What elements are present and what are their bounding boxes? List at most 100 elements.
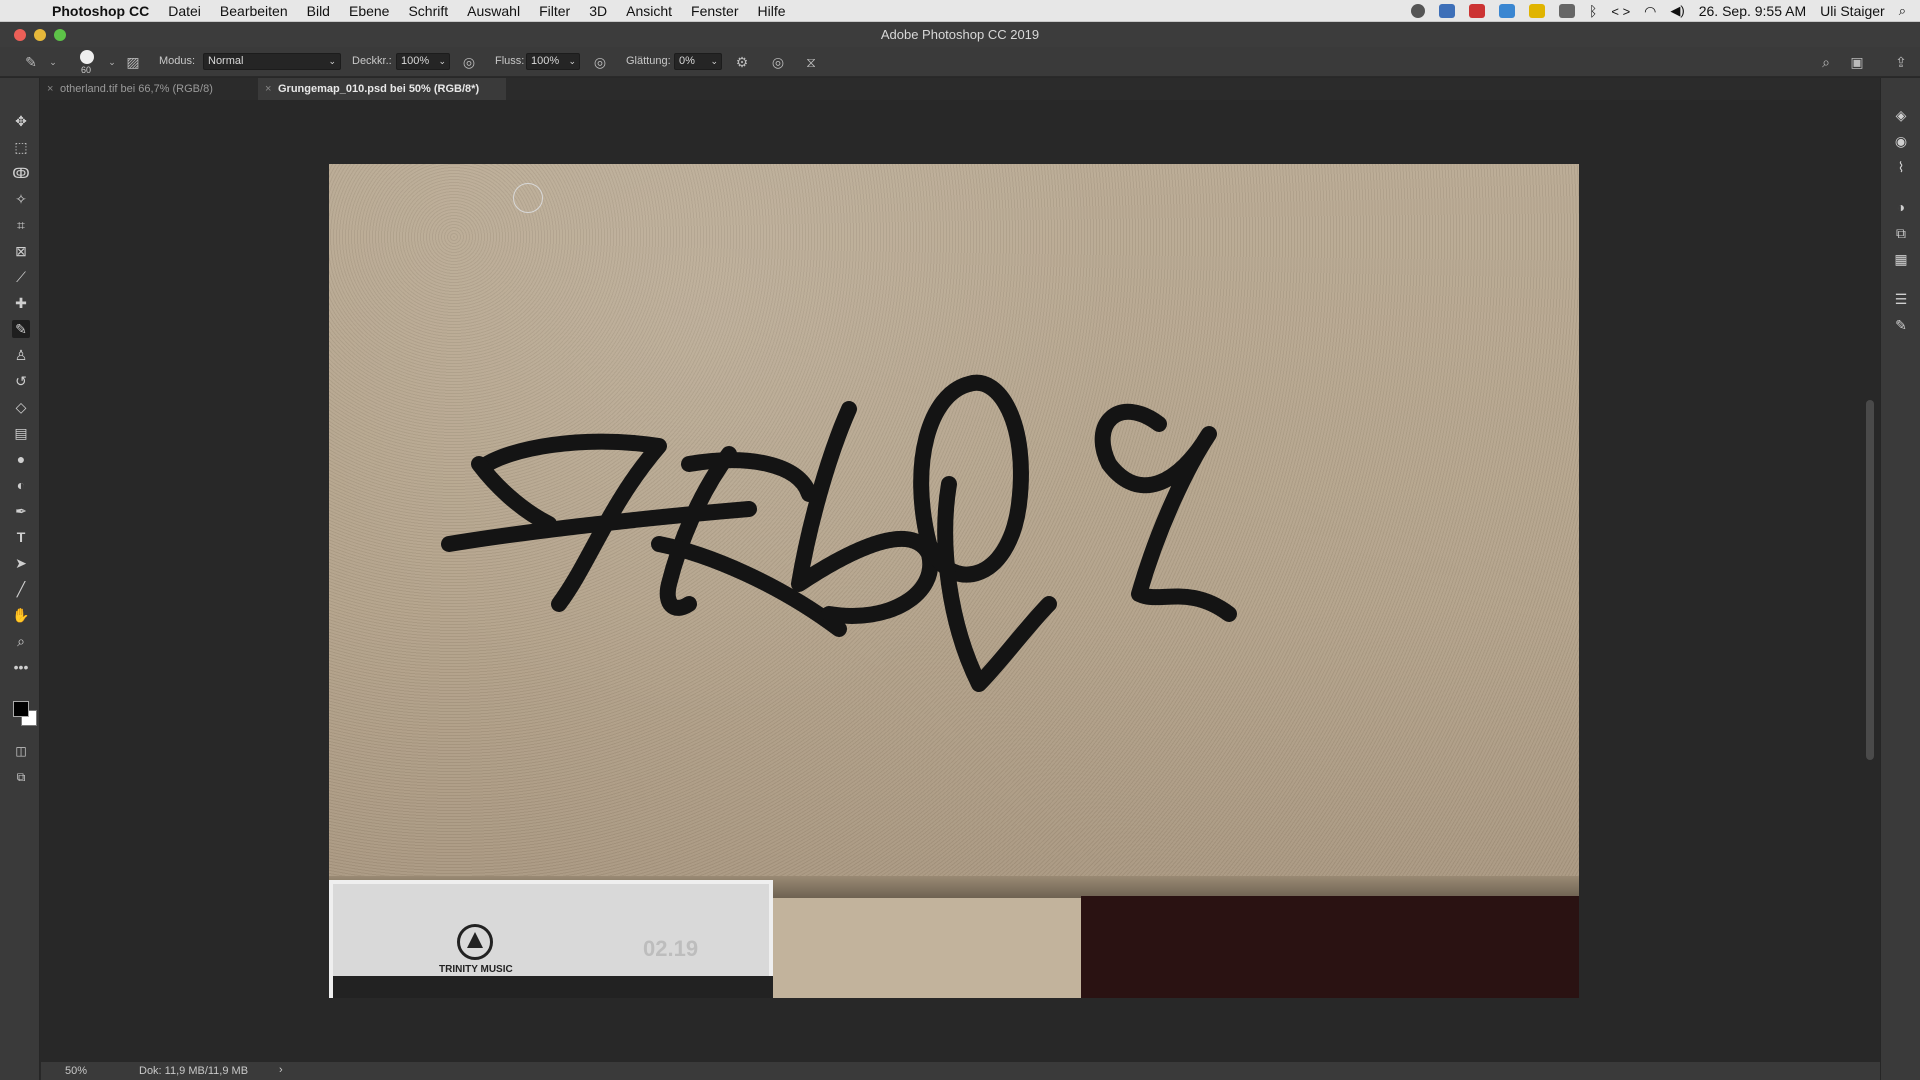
paths-panel-icon[interactable]: ⌇ xyxy=(1892,158,1910,176)
lasso-icon[interactable]: ↂ xyxy=(12,164,30,182)
brush-cursor xyxy=(513,183,543,213)
document-size: Dok: 11,9 MB/11,9 MB xyxy=(139,1065,249,1077)
menubar-status-area: ᛒ < > ◠ ◀) 26. Sep. 9:55 AM Uli Staiger … xyxy=(1410,0,1906,22)
airbrush-icon[interactable]: ◎ xyxy=(591,53,609,71)
pen-icon[interactable]: ✒ xyxy=(12,502,30,520)
symmetry-icon[interactable]: ⧖ xyxy=(802,53,820,71)
tab-label: otherland.tif bei 66,7% (RGB/8) xyxy=(60,83,213,95)
hand-icon[interactable]: ✋ xyxy=(12,606,30,624)
pressure-size-icon[interactable]: ◎ xyxy=(769,53,787,71)
poster: TRINITY MUSIC 02.19 xyxy=(329,880,773,998)
wifi-icon[interactable]: ◠ xyxy=(1644,3,1656,20)
minimize-window-button[interactable] xyxy=(34,29,46,41)
menu-auswahl[interactable]: Auswahl xyxy=(467,3,520,19)
zoom-icon[interactable]: ⌕ xyxy=(12,632,30,650)
history-brush-icon[interactable]: ↺ xyxy=(12,372,30,390)
opacity-field[interactable]: 100% ⌄ xyxy=(396,53,450,70)
more-icon[interactable]: ••• xyxy=(12,658,30,676)
brush-icon[interactable]: ✎ xyxy=(12,320,30,338)
close-icon[interactable]: × xyxy=(265,78,271,100)
crop-icon[interactable]: ⌗ xyxy=(12,216,30,234)
graffiti-tag xyxy=(441,374,1237,692)
chevron-down-icon[interactable]: ⌄ xyxy=(103,53,121,71)
creative-cloud-icon[interactable] xyxy=(1468,4,1485,18)
menu-datei[interactable]: Datei xyxy=(168,3,201,19)
type-icon[interactable]: T xyxy=(12,528,30,546)
poster-brand: TRINITY MUSIC xyxy=(439,964,513,975)
move-icon[interactable]: ✥ xyxy=(12,112,30,130)
dark-doorway xyxy=(1081,896,1579,998)
brush-settings-panel-icon[interactable]: ▨ xyxy=(124,53,142,71)
brush-preview-icon[interactable] xyxy=(80,50,94,64)
smoothing-label: Glättung: xyxy=(626,55,671,67)
mode-select[interactable]: Normal ⌄ xyxy=(203,53,341,70)
quick-mask-icon[interactable]: ◫ xyxy=(12,742,30,760)
warning-icon[interactable] xyxy=(1528,4,1545,18)
menu-fenster[interactable]: Fenster xyxy=(691,3,738,19)
search-icon[interactable]: ⌕ xyxy=(1817,53,1835,71)
pressure-opacity-icon[interactable]: ◎ xyxy=(460,53,478,71)
menu-3d[interactable]: 3D xyxy=(589,3,607,19)
mode-label: Modus: xyxy=(159,55,196,67)
zoom-level[interactable]: 50% xyxy=(65,1065,87,1077)
adjustments-panel-icon[interactable]: ◑ xyxy=(1892,198,1910,216)
dropbox-icon[interactable] xyxy=(1438,4,1455,18)
chevron-down-icon[interactable]: ⌄ xyxy=(44,53,62,71)
close-window-button[interactable] xyxy=(14,29,26,41)
status-bar: 50% Dok: 11,9 MB/11,9 MB › xyxy=(41,1062,1880,1080)
screen-mode-icon[interactable]: ⧉ xyxy=(12,768,30,786)
magic-wand-icon[interactable]: ✧ xyxy=(12,190,30,208)
channels-panel-icon[interactable]: ◉ xyxy=(1892,132,1910,150)
menu-app-name[interactable]: Photoshop CC xyxy=(52,3,149,19)
menu-schrift[interactable]: Schrift xyxy=(408,3,448,19)
gradient-icon[interactable]: ▤ xyxy=(12,424,30,442)
brush-settings-icon[interactable]: ☰ xyxy=(1892,290,1910,308)
chevron-down-icon: ⌄ xyxy=(438,56,446,66)
brushes-panel-icon[interactable]: ✎ xyxy=(1892,316,1910,334)
gear-icon[interactable]: ⚙ xyxy=(733,53,751,71)
window-titlebar: Adobe Photoshop CC 2019 xyxy=(0,22,1920,47)
menu-filter[interactable]: Filter xyxy=(539,3,570,19)
properties-panel-icon[interactable]: ⧉ xyxy=(1892,224,1910,242)
clock[interactable]: 26. Sep. 9:55 AM xyxy=(1699,3,1806,19)
tab-otherland[interactable]: × otherland.tif bei 66,7% (RGB/8) xyxy=(40,78,258,100)
marquee-icon[interactable]: ⬚ xyxy=(12,138,30,156)
menu-ebene[interactable]: Ebene xyxy=(349,3,389,19)
bluetooth-icon[interactable]: ᛒ xyxy=(1589,3,1597,19)
status-menu-arrow[interactable]: › xyxy=(279,1064,283,1076)
eyedropper-icon[interactable]: ⟋ xyxy=(12,268,30,286)
smoothing-field[interactable]: 0% ⌄ xyxy=(674,53,722,70)
frame-icon[interactable]: ⊠ xyxy=(12,242,30,260)
dodge-icon[interactable]: ◐ xyxy=(12,476,30,494)
user-name[interactable]: Uli Staiger xyxy=(1820,3,1885,19)
poster-photo-strip xyxy=(333,976,773,998)
brush-tool-preset-icon[interactable]: ✎ xyxy=(22,53,40,71)
menu-hilfe[interactable]: Hilfe xyxy=(758,3,786,19)
layers-panel-icon[interactable]: ◈ xyxy=(1892,106,1910,124)
close-icon[interactable]: × xyxy=(47,78,53,100)
vertical-scrollbar[interactable] xyxy=(1866,400,1874,760)
stamp-icon[interactable]: ♙ xyxy=(12,346,30,364)
line-icon[interactable]: ╱ xyxy=(12,580,30,598)
menu-bearbeiten[interactable]: Bearbeiten xyxy=(220,3,288,19)
tab-grungemap[interactable]: × Grungemap_010.psd bei 50% (RGB/8*) xyxy=(258,78,506,100)
record-icon[interactable] xyxy=(1410,4,1425,18)
menu-bild[interactable]: Bild xyxy=(307,3,330,19)
share-icon[interactable]: ⇪ xyxy=(1892,53,1910,71)
skype-icon[interactable] xyxy=(1498,4,1515,18)
document-tabs: × otherland.tif bei 66,7% (RGB/8) × Grun… xyxy=(40,78,1880,100)
workspace-icon[interactable]: ▣ xyxy=(1848,53,1866,71)
flow-field[interactable]: 100% ⌄ xyxy=(526,53,580,70)
eraser-icon[interactable]: ◇ xyxy=(12,398,30,416)
path-select-icon[interactable]: ➤ xyxy=(12,554,30,572)
menu-ansicht[interactable]: Ansicht xyxy=(626,3,672,19)
document-image[interactable]: TRINITY MUSIC 02.19 xyxy=(329,164,1579,998)
blur-icon[interactable]: ● xyxy=(12,450,30,468)
maximize-window-button[interactable] xyxy=(54,29,66,41)
volume-icon[interactable]: ◀) xyxy=(1670,3,1684,19)
libraries-panel-icon[interactable]: ▦ xyxy=(1892,250,1910,268)
healing-icon[interactable]: ✚ xyxy=(12,294,30,312)
code-icon[interactable]: < > xyxy=(1611,4,1630,19)
spotlight-search-icon[interactable]: ⌕ xyxy=(1899,3,1906,19)
display-icon[interactable] xyxy=(1558,4,1575,18)
